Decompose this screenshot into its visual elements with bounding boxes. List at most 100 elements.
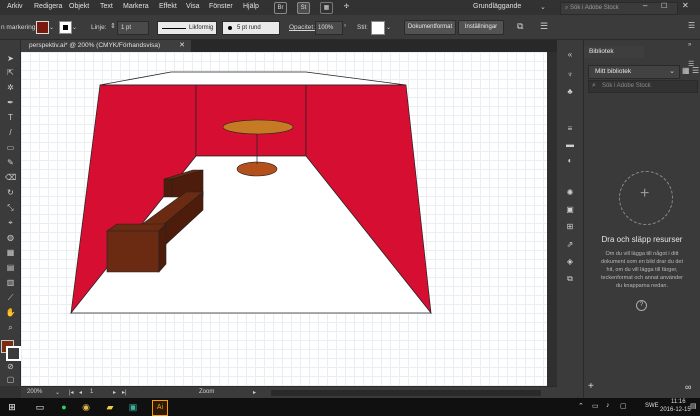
chevron-down-icon[interactable]: ⌄ xyxy=(49,24,54,31)
rectangle-tool-icon[interactable]: ▭ xyxy=(5,143,16,153)
stepper-icon[interactable]: ⇕ xyxy=(110,22,116,30)
list-view-icon[interactable]: ☰ xyxy=(692,66,699,75)
close-tab-icon[interactable]: ✕ xyxy=(179,40,185,52)
menu-arkiv[interactable]: Arkiv xyxy=(7,3,23,10)
chevron-right-icon[interactable]: › xyxy=(344,23,346,29)
sofa-front-face[interactable] xyxy=(106,230,160,273)
line-tool-icon[interactable]: / xyxy=(5,128,16,138)
color-guide-icon[interactable]: ♆ xyxy=(564,70,576,80)
chevron-down-icon[interactable]: ⌄ xyxy=(55,389,60,396)
scale-tool-icon[interactable]: ⤡ xyxy=(5,203,16,213)
settings-button[interactable]: Inställningar xyxy=(458,20,504,35)
minimize-icon[interactable]: – xyxy=(643,1,647,10)
notifications-icon[interactable]: ▤ xyxy=(690,402,697,410)
grid-view-icon[interactable]: ▦ xyxy=(682,66,690,75)
fill-swatch[interactable] xyxy=(36,21,49,34)
chrome-icon[interactable]: ◉ xyxy=(80,401,92,413)
menu-redigera[interactable]: Redigera xyxy=(34,3,62,10)
windows-start-icon[interactable]: ⊞ xyxy=(6,401,18,413)
bridge-icon[interactable]: Br xyxy=(274,2,287,14)
library-search-input[interactable]: ⌕ Sök i Adobe Stock xyxy=(588,80,698,93)
rotate-tool-icon[interactable]: ↻ xyxy=(5,188,16,198)
collapse-panels-icon[interactable]: « xyxy=(564,50,576,60)
eraser-tool-icon[interactable]: ⌫ xyxy=(5,173,16,183)
gradient-panel-icon[interactable]: ▬ xyxy=(564,140,576,150)
mesh-tool-icon[interactable]: ▦ xyxy=(5,248,16,258)
chevron-down-icon[interactable]: ⌄ xyxy=(386,24,391,31)
menu-visa[interactable]: Visa xyxy=(186,3,200,10)
document-format-button[interactable]: Dokumentformat xyxy=(404,20,456,35)
collapse-icon[interactable]: » xyxy=(688,42,691,48)
first-artboard-icon[interactable]: |◂ xyxy=(69,389,74,396)
menu-text[interactable]: Text xyxy=(100,3,113,10)
grid-icon[interactable]: ▦ xyxy=(320,2,333,14)
illustrator-icon[interactable]: Ai xyxy=(152,400,168,416)
maximize-icon[interactable]: ☐ xyxy=(661,2,667,10)
library-select[interactable]: Mitt bibliotek ⌄ xyxy=(588,65,680,79)
ceiling-shape[interactable] xyxy=(99,71,407,86)
swatches-icon[interactable]: ♣ xyxy=(564,87,576,97)
none-color-icon[interactable]: ⊘ xyxy=(5,362,16,372)
task-view-icon[interactable]: ▭ xyxy=(34,401,46,413)
opacity-field[interactable]: 100% xyxy=(315,21,343,35)
stroke-swatch[interactable] xyxy=(59,21,72,34)
graphic-styles-icon[interactable]: ▣ xyxy=(564,205,576,215)
stroke-color-icon[interactable] xyxy=(6,346,21,361)
previous-artboard-icon[interactable]: ◂ xyxy=(79,389,82,396)
layers-icon[interactable]: ◈ xyxy=(564,257,576,267)
stroke-profile-select[interactable]: Likformig xyxy=(157,21,217,35)
table-base[interactable] xyxy=(236,161,278,177)
opacity-label[interactable]: Opacitet: xyxy=(289,24,315,31)
export-icon[interactable]: ⇗ xyxy=(564,240,576,250)
next-artboard-icon[interactable]: ▸ xyxy=(113,389,116,396)
language-indicator[interactable]: SWE xyxy=(645,403,659,409)
horizontal-scrollbar[interactable] xyxy=(271,390,541,396)
brush-select[interactable]: 5 pt rund xyxy=(222,21,280,35)
hand-tool-icon[interactable]: ✋ xyxy=(5,308,16,318)
vertical-scrollbar[interactable] xyxy=(547,52,557,386)
close-icon[interactable]: ✕ xyxy=(682,1,689,10)
tab-libraries[interactable]: Bibliotek xyxy=(584,46,644,58)
transform-icon[interactable]: ⊞ xyxy=(564,222,576,232)
drop-zone-circle[interactable]: + xyxy=(619,171,673,225)
table-top[interactable] xyxy=(222,119,294,135)
document-tab[interactable]: perspektiv.ai* @ 200% (CMYK/Förhandsvisa… xyxy=(21,40,191,52)
menu-effekt[interactable]: Effekt xyxy=(159,3,177,10)
panel-menu-icon[interactable]: ☰ xyxy=(688,21,695,30)
sofa-back-front[interactable] xyxy=(163,178,173,198)
paintbrush-tool-icon[interactable]: ✎ xyxy=(5,158,16,168)
sync-icon[interactable]: ✣ xyxy=(341,2,352,12)
creative-cloud-icon[interactable]: ∞ xyxy=(685,382,691,392)
width-tool-icon[interactable]: ⌖ xyxy=(5,218,16,228)
pen-tool-icon[interactable]: ✒ xyxy=(5,98,16,108)
gradient-tool-icon[interactable]: ▤ xyxy=(5,263,16,273)
stock-icon[interactable]: St xyxy=(297,2,310,14)
align-icon[interactable]: ☰ xyxy=(540,21,548,32)
menu-hjalp[interactable]: Hjälp xyxy=(243,3,259,10)
arrange-icon[interactable]: ⧉ xyxy=(517,21,523,32)
menu-markera[interactable]: Markera xyxy=(123,3,149,10)
network-icon[interactable]: ▭ xyxy=(592,402,599,410)
add-asset-icon[interactable]: + xyxy=(588,381,594,392)
volume-icon[interactable]: ♪ xyxy=(606,402,610,409)
style-swatch[interactable] xyxy=(371,21,385,35)
clock-date[interactable]: 2016-12-15 xyxy=(660,407,691,413)
people-icon[interactable]: ⌃ xyxy=(578,402,584,410)
sofa-front-side[interactable] xyxy=(158,223,167,273)
clock-time[interactable]: 11:16 xyxy=(671,399,686,405)
magic-wand-icon[interactable]: ✲ xyxy=(5,83,16,93)
file-explorer-icon[interactable]: ▰ xyxy=(104,401,116,413)
type-tool-icon[interactable]: T xyxy=(5,113,16,123)
status-menu-icon[interactable]: ▸ xyxy=(253,389,256,396)
workspace-switcher[interactable]: Grundläggande xyxy=(473,3,521,10)
zoom-tool-icon[interactable]: ⌕ xyxy=(5,323,16,333)
menu-fonster[interactable]: Fönster xyxy=(209,3,233,10)
chevron-down-icon[interactable]: ⌄ xyxy=(540,3,546,11)
action-center-icon[interactable]: ▢ xyxy=(620,402,627,410)
zoom-level[interactable]: 200% xyxy=(27,389,42,395)
direct-selection-tool-icon[interactable]: ⇱ xyxy=(5,68,16,78)
eyedropper-tool-icon[interactable]: ⟋ xyxy=(5,293,16,303)
selection-tool-icon[interactable]: ➤ xyxy=(5,54,16,64)
stroke-panel-icon[interactable]: ≡ xyxy=(564,124,576,134)
appearance-icon[interactable]: ✺ xyxy=(564,188,576,198)
